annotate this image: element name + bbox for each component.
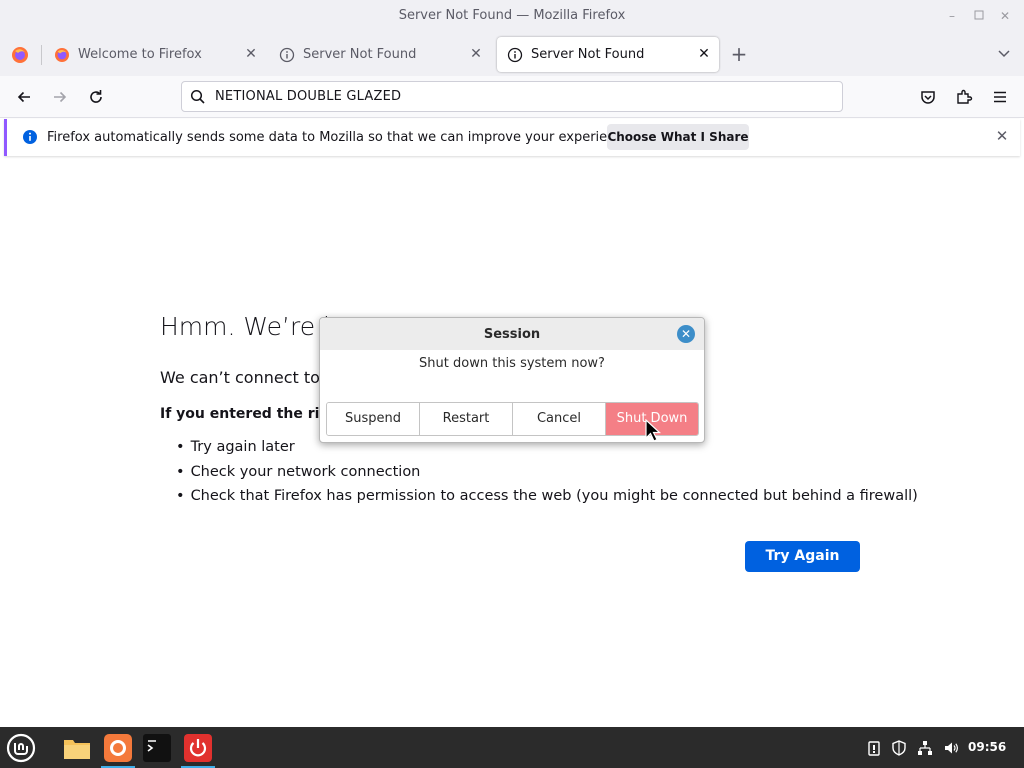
dialog-button-group: Suspend Restart Cancel Shut Down	[326, 402, 699, 436]
forward-arrow-icon[interactable]	[46, 84, 74, 110]
try-again-button[interactable]: Try Again	[745, 541, 860, 572]
extensions-puzzle-icon[interactable]	[950, 84, 978, 110]
notification-message: Firefox automatically sends some data to…	[47, 130, 635, 145]
close-tab-icon[interactable]: ✕	[469, 47, 483, 61]
new-tab-plus-icon[interactable]: +	[729, 44, 749, 65]
firefox-icon	[12, 46, 28, 63]
dialog-title: Session	[483, 327, 541, 342]
power-icon[interactable]	[181, 731, 215, 768]
maximize-icon[interactable]	[972, 9, 986, 23]
terminal-icon[interactable]	[140, 731, 174, 765]
close-icon[interactable]: ✕	[677, 325, 695, 343]
clock[interactable]: 09:56	[968, 740, 1006, 754]
close-icon[interactable]: ✕	[994, 128, 1010, 144]
reload-icon[interactable]	[82, 84, 110, 110]
menu-logo-icon[interactable]	[4, 731, 38, 765]
hamburger-menu-icon[interactable]	[986, 84, 1014, 110]
tab-server-not-found-active[interactable]: Server Not Found ✕	[497, 37, 719, 72]
pocket-icon[interactable]	[914, 84, 942, 110]
restart-button[interactable]: Restart	[420, 403, 513, 435]
tab-strip: Welcome to Firefox ✕ Server Not Found ✕ …	[0, 33, 1024, 76]
error-suggestions: Try again later Check your network conne…	[176, 437, 918, 511]
network-icon[interactable]	[916, 739, 934, 757]
error-title: Hmm. We’re h	[160, 312, 339, 341]
firefox-icon	[54, 47, 70, 63]
tab-label: Server Not Found	[531, 47, 645, 62]
info-icon	[22, 129, 38, 149]
tab-label: Server Not Found	[303, 47, 417, 62]
close-tab-icon[interactable]: ✕	[697, 47, 711, 61]
choose-what-i-share-button[interactable]: Choose What I Share	[607, 124, 749, 150]
taskbar: 09:56	[0, 727, 1024, 768]
list-item: Check your network connection	[176, 462, 918, 487]
window-titlebar: Server Not Found — Mozilla Firefox – ✕	[0, 0, 1024, 33]
url-text[interactable]: NETIONAL DOUBLE GLAZED	[215, 89, 401, 104]
clipboard-icon[interactable]	[865, 739, 883, 757]
folder-icon[interactable]	[60, 731, 94, 765]
firefox-view-button[interactable]	[0, 37, 40, 72]
list-item: Check that Firefox has permission to acc…	[176, 486, 918, 511]
data-collection-notification: Firefox automatically sends some data to…	[4, 119, 1020, 156]
close-icon[interactable]: ✕	[998, 9, 1012, 23]
dialog-header: Session ✕	[320, 318, 704, 350]
volume-icon[interactable]	[942, 739, 960, 757]
error-hint-heading: If you entered the righ	[160, 406, 340, 422]
navigation-toolbar: NETIONAL DOUBLE GLAZED	[0, 76, 1024, 118]
tab-label: Welcome to Firefox	[78, 47, 202, 62]
url-bar[interactable]: NETIONAL DOUBLE GLAZED	[181, 81, 843, 112]
tab-separator	[41, 45, 42, 65]
close-tab-icon[interactable]: ✕	[244, 47, 258, 61]
firefox-taskbar-icon[interactable]	[101, 731, 135, 768]
error-subtitle: We can’t connect to	[160, 368, 320, 387]
tab-welcome[interactable]: Welcome to Firefox ✕	[44, 37, 266, 72]
search-icon	[190, 89, 206, 109]
minimize-icon[interactable]: –	[945, 9, 959, 23]
window-title: Server Not Found — Mozilla Firefox	[398, 8, 626, 23]
dialog-message: Shut down this system now?	[419, 356, 605, 371]
list-all-tabs-chevron-icon[interactable]	[994, 45, 1014, 65]
suspend-button[interactable]: Suspend	[327, 403, 420, 435]
back-arrow-icon[interactable]	[10, 84, 38, 110]
info-icon	[279, 47, 295, 63]
shield-icon[interactable]	[890, 739, 908, 757]
cancel-button[interactable]: Cancel	[513, 403, 606, 435]
info-icon	[507, 47, 523, 63]
mouse-cursor-icon	[645, 419, 662, 442]
tab-server-not-found[interactable]: Server Not Found ✕	[269, 37, 491, 72]
